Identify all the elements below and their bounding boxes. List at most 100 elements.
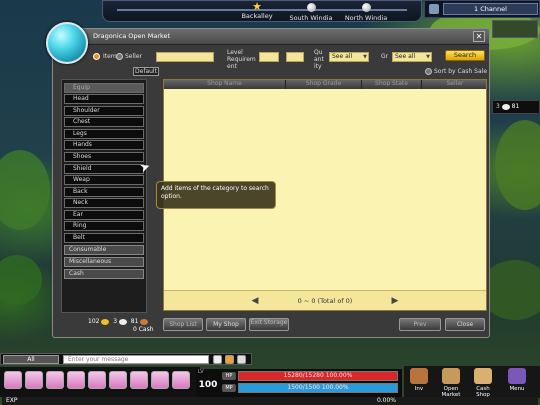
exit-storage-button[interactable]: Exit Storage (249, 318, 289, 331)
quantity-label: ant (314, 56, 324, 63)
search-button[interactable]: Search (445, 50, 485, 61)
cash-shop-icon[interactable] (474, 368, 492, 384)
category-item[interactable]: Weap (64, 175, 144, 185)
next-page-icon[interactable]: ▶ (390, 296, 400, 306)
mp-bar: 1500/1500 100.00% (238, 383, 398, 393)
category-item[interactable]: Hands (64, 140, 144, 150)
skill-slot-icon[interactable] (67, 371, 85, 389)
column-header-seller[interactable]: Seller (422, 80, 488, 89)
category-item[interactable]: Shoes (64, 152, 144, 162)
channel-icon[interactable] (429, 4, 439, 14)
seller-label: Seller (125, 53, 142, 60)
location-north-windia[interactable]: North Windia (336, 3, 396, 22)
close-button[interactable]: Close (445, 318, 485, 331)
category-item[interactable]: Shield (64, 164, 144, 174)
skill-slot-icon[interactable] (46, 371, 64, 389)
chat-settings-icon[interactable] (237, 355, 246, 364)
character-level: 100 (198, 380, 218, 390)
category-item[interactable]: Head (64, 94, 144, 104)
copper-coin-icon (140, 318, 149, 325)
category-item[interactable]: Shoulder (64, 106, 144, 116)
skill-slot-icon[interactable] (25, 371, 43, 389)
menu-label: Inv (414, 386, 424, 392)
category-item[interactable]: Ring (64, 221, 144, 231)
foliage (495, 120, 540, 210)
sort-cash-label: Sort by Cash Sale (434, 68, 488, 75)
minimap[interactable] (492, 20, 538, 38)
level-label: Requirem (227, 56, 256, 63)
category-item[interactable]: Legs (64, 129, 144, 139)
table-header: Shop Name Shop Grade Shop State Seller (164, 80, 486, 89)
category-item[interactable]: Chest (64, 117, 144, 127)
chat-input[interactable]: Enter your message (63, 355, 209, 364)
mp-tag: MP (222, 384, 236, 392)
inventory-icon[interactable] (410, 368, 428, 384)
exp-percent: 0.00% (376, 397, 396, 404)
location-bar: ★ Backalley South Windia North Windia (102, 0, 422, 22)
cash-display: 0 Cash (133, 326, 154, 333)
close-icon[interactable]: ✕ (473, 31, 485, 42)
category-header-equip[interactable]: Equip (64, 83, 144, 93)
market-orb-icon (46, 22, 88, 64)
location-south-windia[interactable]: South Windia (281, 3, 341, 22)
quantity-label: Qu (314, 49, 323, 56)
level-max-input[interactable] (286, 52, 304, 62)
chat-bar: All Enter your message (0, 353, 252, 365)
chat-mode-dropdown[interactable]: All (3, 355, 59, 364)
menu-book-icon[interactable] (508, 368, 526, 384)
item-radio[interactable] (93, 53, 100, 60)
default-button[interactable]: Default (133, 67, 159, 76)
grade-dropdown[interactable]: See all (392, 52, 432, 62)
window-titlebar[interactable]: Dragonica Open Market ✕ (53, 29, 489, 45)
category-tooltip: Add items of the category to search opti… (156, 181, 276, 209)
quantity-dropdown[interactable]: See all (329, 52, 369, 62)
column-header-shop-name[interactable]: Shop Name (164, 80, 286, 89)
category-group-consumable[interactable]: Consumable (64, 245, 144, 255)
prev-button[interactable]: Prev (399, 318, 441, 331)
category-group-miscellaneous[interactable]: Miscellaneous (64, 257, 144, 267)
main-menu-bar: Inv Open Market Cash Shop Menu (404, 366, 540, 398)
channel-selector[interactable]: 1 Channel (443, 3, 538, 15)
character-status: LV 100 HP 15280/15280 100.00% MP 1500/15… (196, 369, 402, 397)
skill-slot-icon[interactable] (130, 371, 148, 389)
sort-cash-sale-option[interactable]: Sort by Cash Sale (425, 68, 487, 75)
category-group-cash[interactable]: Cash (64, 269, 144, 279)
chat-option-icon[interactable] (213, 355, 222, 364)
skill-slot-icon[interactable] (109, 371, 127, 389)
location-label: South Windia (289, 14, 333, 22)
open-market-icon[interactable] (442, 368, 460, 384)
item-label: Item (103, 53, 117, 60)
category-item[interactable]: Ear (64, 210, 144, 220)
pagination: ◀ 0 ~ 0 (Total of 0) ▶ (164, 290, 486, 310)
hp-tag: HP (222, 372, 236, 380)
level-label: ent (227, 63, 237, 70)
column-header-shop-grade[interactable]: Shop Grade (286, 80, 362, 89)
level-min-input[interactable] (259, 52, 279, 62)
my-shop-button[interactable]: My Shop (206, 318, 246, 331)
quantity-label: ity (314, 63, 322, 70)
category-item[interactable]: Neck (64, 198, 144, 208)
emoticon-icon[interactable] (225, 355, 234, 364)
foliage (0, 150, 50, 230)
grade-label: Gr (381, 53, 389, 60)
hp-value: 15280/15280 100.00% (283, 372, 353, 379)
category-list: Equip Head Shoulder Chest Legs Hands Sho… (61, 79, 147, 313)
shop-list-button[interactable]: Shop List (163, 318, 203, 331)
skill-slot-icon[interactable] (4, 371, 22, 389)
skill-slot-icon[interactable] (172, 371, 190, 389)
location-backalley[interactable]: ★ Backalley (227, 1, 287, 20)
search-keyword-input[interactable] (156, 52, 214, 62)
category-item[interactable]: Belt (64, 233, 144, 243)
seller-radio[interactable] (116, 53, 123, 60)
column-header-shop-state[interactable]: Shop State (362, 80, 422, 89)
category-item[interactable]: Back (64, 187, 144, 197)
gold-value: 102 (88, 318, 100, 325)
skill-bar (0, 367, 200, 397)
location-label: Backalley (241, 12, 273, 20)
level-label: Level (227, 49, 243, 56)
location-label: North Windia (344, 14, 388, 22)
skill-slot-icon[interactable] (88, 371, 106, 389)
exp-bar: EXP 0.00% (2, 397, 538, 405)
window-title: Dragonica Open Market (93, 32, 171, 40)
skill-slot-icon[interactable] (151, 371, 169, 389)
